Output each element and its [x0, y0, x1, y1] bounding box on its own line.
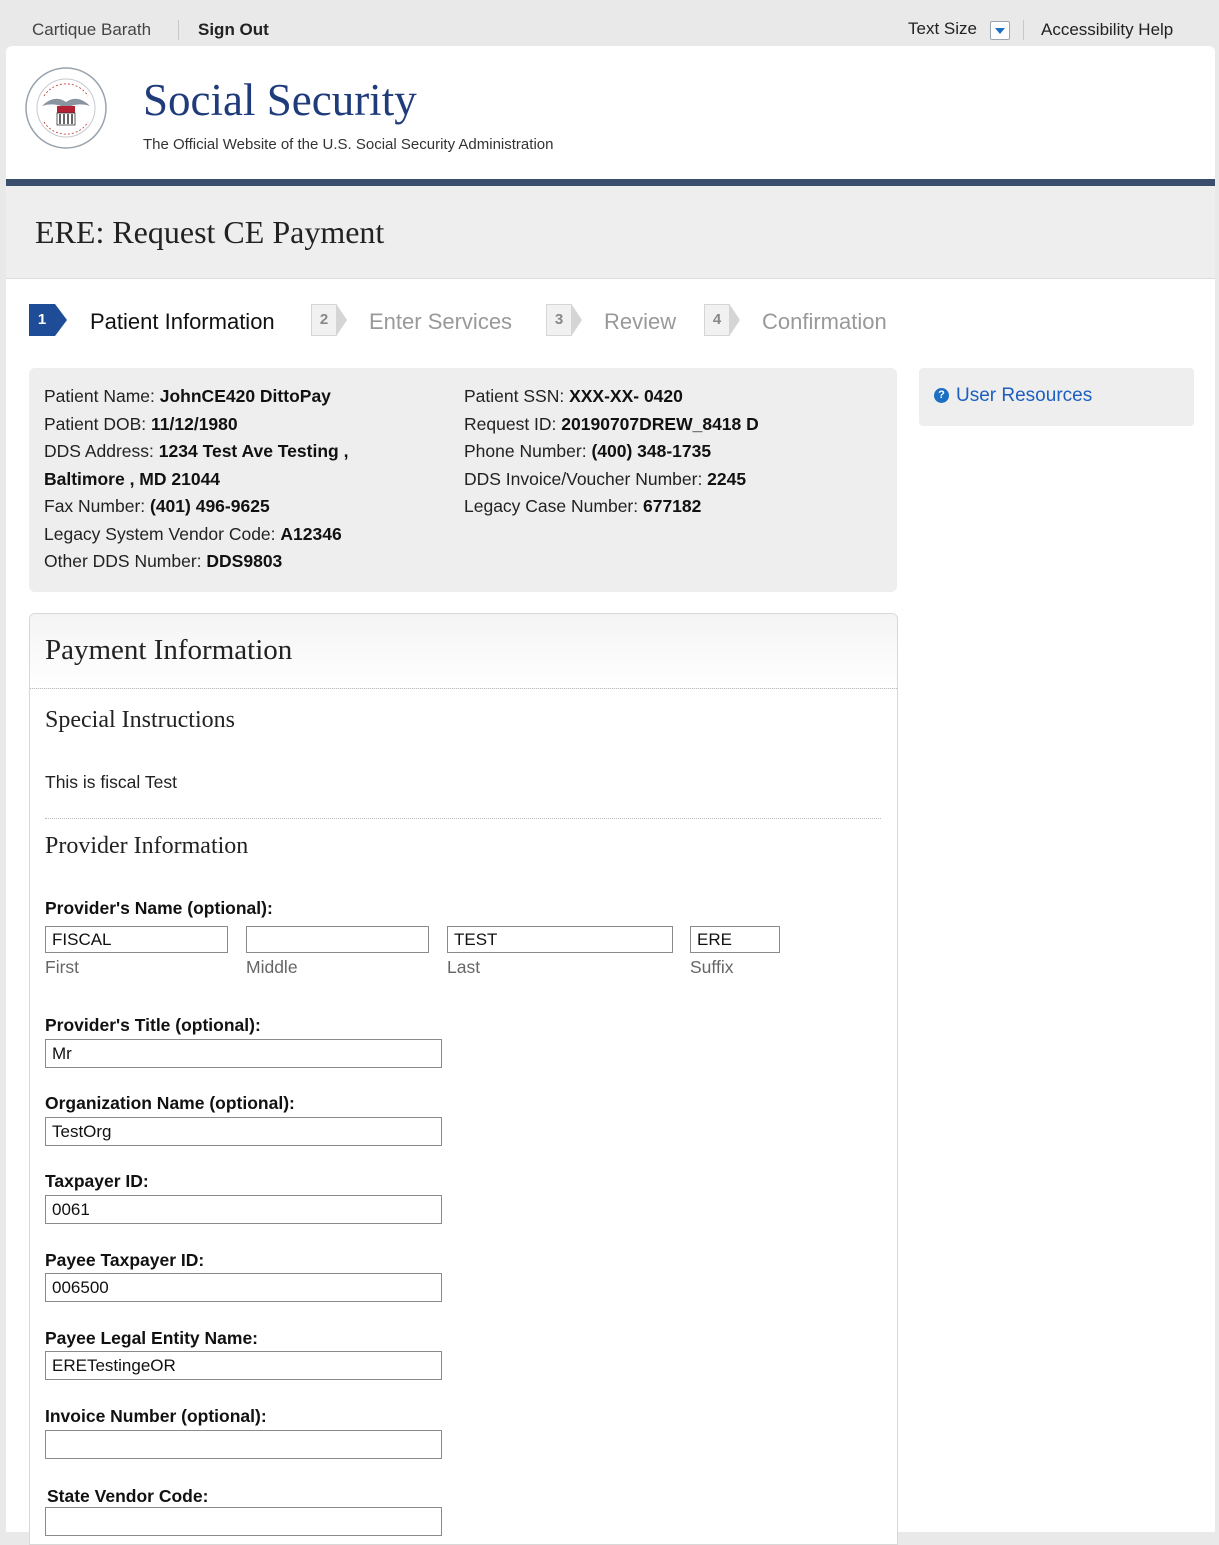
phone-row: Phone Number: (400) 348-1735 [464, 438, 884, 466]
provider-first-name-input[interactable] [45, 926, 228, 953]
patient-summary-left: Patient Name: JohnCE420 DittoPay Patient… [44, 383, 444, 576]
step-label: Review [604, 309, 677, 334]
legacy-vendor-row: Legacy System Vendor Code: A12346 [44, 521, 444, 549]
step-number: 1 [29, 304, 67, 336]
field-label: Patient SSN: [464, 386, 570, 406]
user-name: Cartique Barath [32, 20, 152, 39]
user-resources-link[interactable]: User Resources [956, 385, 1092, 407]
provider-last-name-input[interactable] [447, 926, 673, 953]
request-id: 20190707DREW_8418 D [561, 413, 759, 434]
page-title-band: ERE: Request CE Payment [6, 186, 1215, 279]
other-dds-row: Other DDS Number: DDS9803 [44, 548, 444, 576]
state-vendor-code-label: State Vendor Code: [47, 1486, 209, 1506]
legacy-vendor-code: A12346 [280, 523, 342, 544]
middle-caption: Middle [246, 957, 298, 977]
dds-address-line2: Baltimore , MD 21044 [44, 468, 221, 489]
payee-legal-entity-input[interactable] [45, 1351, 442, 1380]
field-label: Fax Number: [44, 496, 150, 516]
divider [1023, 20, 1024, 40]
invoice-voucher-number: 2245 [707, 468, 747, 489]
patient-summary: Patient Name: JohnCE420 DittoPay Patient… [29, 368, 897, 592]
divider [45, 818, 881, 819]
field-label: Other DDS Number: [44, 551, 207, 571]
site-tagline: The Official Website of the U.S. Social … [143, 136, 554, 153]
site-header: Social Security The Official Website of … [6, 46, 1215, 179]
payee-taxpayer-id-input[interactable] [45, 1273, 442, 1302]
ssa-seal-icon[interactable] [24, 66, 108, 150]
panel-header: Payment Information [30, 614, 897, 689]
special-instructions-text: This is fiscal Test [45, 772, 177, 792]
patient-name: JohnCE420 DittoPay [159, 386, 331, 406]
step-label: Enter Services [369, 309, 513, 334]
taxpayer-id-input[interactable] [45, 1195, 442, 1224]
invoice-number-input[interactable] [45, 1430, 442, 1459]
legacy-case-row: Legacy Case Number: 677182 [464, 493, 884, 521]
legacy-case-number: 677182 [642, 496, 702, 516]
provider-title-label: Provider's Title (optional): [45, 1015, 261, 1035]
payment-information-heading: Payment Information [45, 634, 293, 666]
accessibility-help-link[interactable]: Accessibility Help [1041, 20, 1173, 40]
step-number: 2 [311, 304, 347, 336]
divider [178, 20, 179, 40]
field-label: Legacy Case Number: [464, 496, 643, 516]
field-label: Patient DOB: [44, 413, 151, 434]
first-caption: First [45, 957, 80, 977]
fax-number: (401) 496-9625 [150, 496, 270, 516]
payment-information-panel: Payment Information Special Instructions… [29, 613, 898, 1545]
taxpayer-id-label: Taxpayer ID: [45, 1171, 149, 1191]
provider-name-label: Provider's Name (optional): [45, 898, 273, 918]
utility-bar: Cartique Barath Sign Out Text Size Acces… [0, 0, 1219, 48]
step-label: Confirmation [762, 309, 887, 334]
step-number: 4 [704, 304, 740, 336]
dds-address-row-2: Baltimore , MD 21044 [44, 466, 444, 494]
fax-row: Fax Number: (401) 496-9625 [44, 493, 444, 521]
page-card: Social Security The Official Website of … [6, 46, 1215, 1545]
site-brand[interactable]: Social Security [143, 74, 417, 126]
sign-out-link[interactable]: Sign Out [198, 20, 269, 40]
organization-name-label: Organization Name (optional): [45, 1093, 295, 1113]
field-label: Phone Number: [464, 441, 592, 461]
header-rule [6, 179, 1215, 186]
provider-suffix-input[interactable] [690, 926, 780, 953]
page-title: ERE: Request CE Payment [35, 214, 385, 250]
sidebar: ? User Resources [919, 368, 1194, 426]
step-number: 3 [546, 304, 582, 336]
dds-address-line1: 1234 Test Ave Testing , [158, 441, 349, 461]
special-instructions-heading: Special Instructions [45, 707, 235, 733]
patient-ssn: XXX-XX- 0420 [569, 386, 683, 406]
field-label: DDS Address: [44, 441, 159, 461]
dds-address-row: DDS Address: 1234 Test Ave Testing , [44, 438, 444, 466]
payee-legal-entity-label: Payee Legal Entity Name: [45, 1328, 258, 1348]
organization-name-input[interactable] [45, 1117, 442, 1146]
last-caption: Last [447, 957, 481, 977]
patient-dob: 11/12/1980 [151, 413, 238, 434]
provider-middle-name-input[interactable] [246, 926, 429, 953]
phone-number: (400) 348-1735 [591, 441, 712, 461]
request-id-row: Request ID: 20190707DREW_8418 D [464, 411, 884, 439]
field-label: Patient Name: [44, 386, 160, 406]
field-label: Request ID: [464, 413, 562, 434]
chevron-down-icon[interactable] [990, 21, 1010, 40]
field-label: DDS Invoice/Voucher Number: [464, 468, 708, 489]
provider-information-heading: Provider Information [45, 833, 249, 859]
invoice-voucher-row: DDS Invoice/Voucher Number: 2245 [464, 466, 884, 494]
suffix-caption: Suffix [690, 957, 734, 977]
provider-title-input[interactable] [45, 1039, 442, 1068]
text-size-label[interactable]: Text Size [908, 19, 977, 39]
payee-taxpayer-id-label: Payee Taxpayer ID: [45, 1250, 205, 1270]
invoice-number-label: Invoice Number (optional): [45, 1406, 267, 1426]
ssn-row: Patient SSN: XXX-XX- 0420 [464, 383, 884, 411]
step-label: Patient Information [90, 309, 275, 334]
patient-dob-row: Patient DOB: 11/12/1980 [44, 411, 444, 439]
help-icon[interactable]: ? [934, 388, 949, 403]
patient-name-row: Patient Name: JohnCE420 DittoPay [44, 383, 444, 411]
patient-summary-right: Patient SSN: XXX-XX- 0420 Request ID: 20… [464, 383, 884, 521]
field-label: Legacy System Vendor Code: [44, 523, 281, 544]
other-dds-number: DDS9803 [206, 551, 283, 571]
